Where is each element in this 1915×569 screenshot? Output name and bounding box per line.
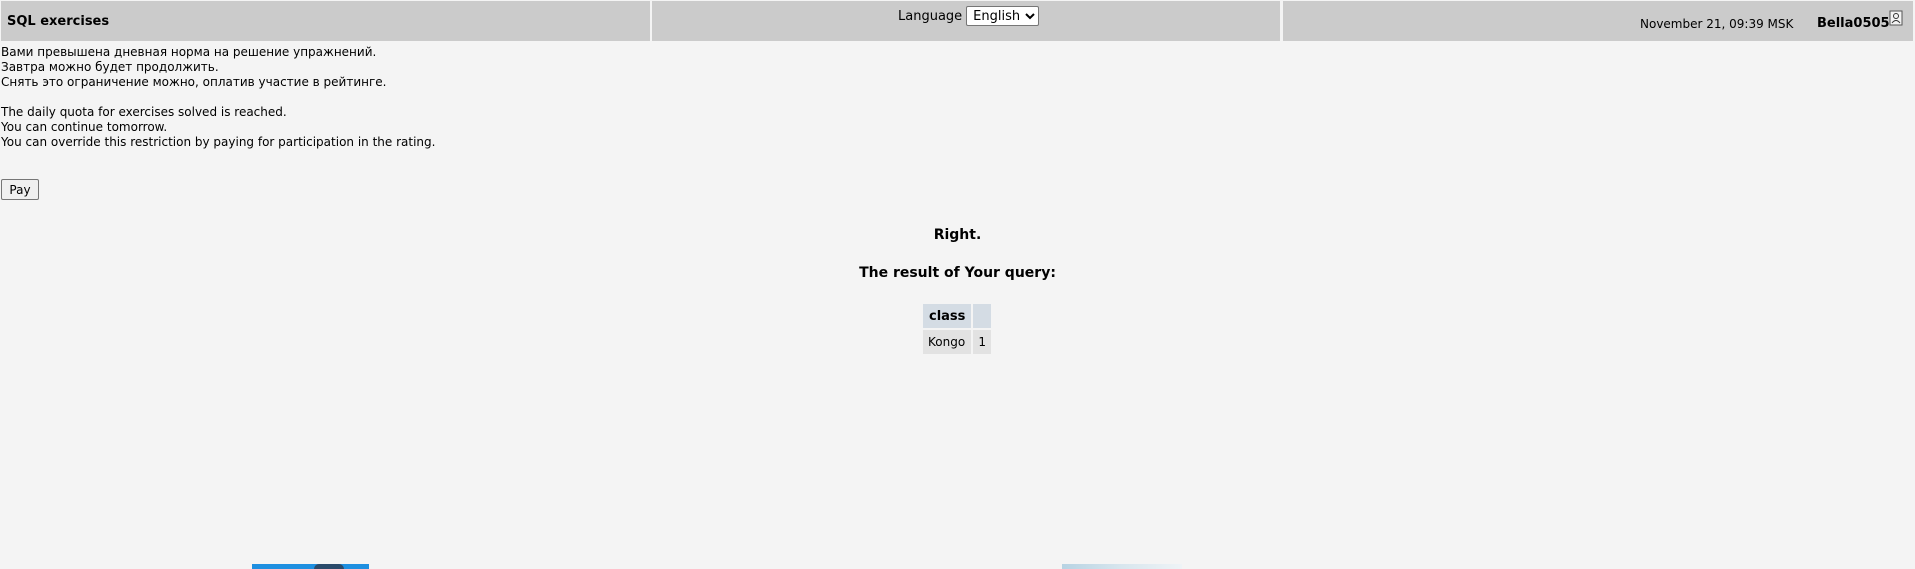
datetime-label: November 21, 09:39 MSK	[1640, 17, 1794, 31]
table-cell-count: 1	[973, 330, 992, 354]
quota-line-en-3: You can override this restriction by pay…	[1, 135, 436, 149]
quota-line-en-2: You can continue tomorrow.	[1, 120, 168, 134]
user-profile-icon[interactable]	[1889, 10, 1903, 26]
quota-line-ru-2: Завтра можно будет продолжить.	[1, 60, 219, 74]
username-link[interactable]: Bella0505	[1817, 16, 1890, 31]
language-select[interactable]: English	[966, 6, 1040, 26]
quota-line-ru-3: Снять это ограничение можно, оплатив уча…	[1, 75, 387, 89]
app-title[interactable]: SQL exercises	[7, 14, 109, 29]
pay-button[interactable]: Pay	[1, 179, 39, 200]
result-heading: The result of Your query:	[859, 265, 1056, 281]
quota-line-en-1: The daily quota for exercises solved is …	[1, 105, 287, 119]
column-header-count	[973, 304, 992, 328]
quota-line-ru-1: Вами превышена дневная норма на решение …	[1, 45, 377, 59]
column-header-class: class	[923, 304, 972, 328]
table-cell-class: Kongo	[923, 330, 972, 354]
result-table: class Kongo 1	[921, 302, 993, 356]
banner-image-left-shape	[314, 564, 344, 569]
table-header-row: class	[923, 304, 992, 328]
table-row: Kongo 1	[923, 330, 992, 354]
quota-message: Вами превышена дневная норма на решение …	[1, 45, 435, 150]
banner-image-left[interactable]	[252, 564, 369, 569]
page: SQL exercises Language English November …	[0, 0, 1915, 569]
banner-image-right[interactable]	[1062, 564, 1182, 569]
header-bar: SQL exercises Language English November …	[0, 0, 1915, 42]
result-status: Right.	[933, 227, 982, 243]
language-switcher: Language English	[898, 6, 1040, 26]
language-label: Language	[898, 8, 963, 24]
